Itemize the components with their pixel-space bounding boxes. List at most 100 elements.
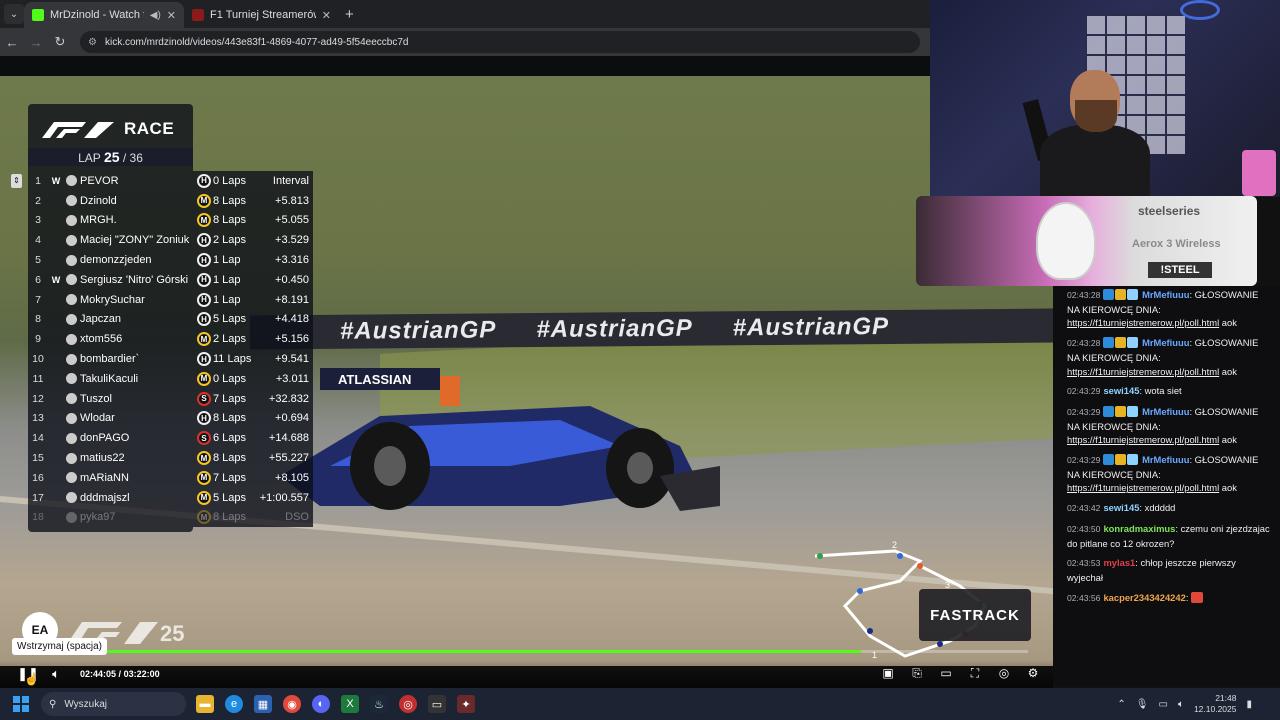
driver-name: demonzzjeden <box>80 254 152 267</box>
chat-timestamp: 02:43:29 <box>1067 406 1101 417</box>
neon-light <box>1180 0 1220 20</box>
speaker-icon[interactable]: 🔈︎ <box>1178 699 1184 710</box>
fullscreen-icon[interactable]: ⛶ <box>967 666 983 681</box>
close-tab-icon[interactable]: ✕ <box>167 9 176 22</box>
chat-username[interactable]: sewi145 <box>1103 502 1139 513</box>
microphone-icon[interactable]: 🎙︎ <box>1136 699 1149 710</box>
tab-title: MrDzinold - Watch the VOD <box>50 9 144 21</box>
row-position: 17 <box>32 491 44 504</box>
leaderboard-row: 16 mARiaNN M 7 Laps +8.105 <box>28 468 313 488</box>
network-icon[interactable]: ▭ <box>1158 699 1167 710</box>
chat-timestamp: 02:43:29 <box>1067 386 1101 397</box>
driver-name: mARiaNN <box>80 471 129 484</box>
settings-gear-icon[interactable]: ⚙ <box>1025 666 1041 681</box>
forward-arrow-icon[interactable]: → <box>24 35 48 50</box>
url-text: kick.com/mrdzinold/videos/443e83f1-4869-… <box>104 36 409 48</box>
team-logo-icon <box>48 334 64 344</box>
address-bar[interactable]: ⚙ kick.com/mrdzinold/videos/443e83f1-486… <box>80 31 920 53</box>
leaderboard-row: 7 MokrySuchar H 1 Lap +8.191 <box>28 290 313 310</box>
chat-badge-icon <box>1103 337 1115 349</box>
driver-name: Wlodar <box>80 412 115 425</box>
discord-icon[interactable]: ◐ <box>312 695 330 713</box>
video-progress-bar[interactable] <box>18 650 1028 653</box>
chrome-icon[interactable]: ◉ <box>283 695 301 713</box>
store-icon[interactable]: ▦ <box>254 695 272 713</box>
f1-game-icon[interactable]: ✦ <box>457 695 475 713</box>
back-arrow-icon[interactable]: ← <box>0 35 24 50</box>
tab-search-icon[interactable]: ⌄ <box>4 4 24 24</box>
chat-link[interactable]: https://f1turniejstremerow.pl/poll.html <box>1067 482 1219 493</box>
chat-username[interactable]: MrMefiuuu <box>1142 337 1189 348</box>
notifications-icon[interactable]: ▮ <box>1246 699 1252 710</box>
leaderboard-row: 14 donPAGO S 6 Laps +14.688 <box>28 428 313 448</box>
row-position: 15 <box>32 452 44 465</box>
mute-tab-icon[interactable]: ◀) <box>150 10 161 21</box>
chat-message: 02:43:28 MrMefiuuu: GŁOSOWANIE NA KIEROW… <box>1067 289 1259 329</box>
chat-username[interactable]: kacper2343424242 <box>1103 592 1185 603</box>
leaderboard-row: 10 bombardier` H 11 Laps +9.541 <box>28 349 313 369</box>
lap-counter: LAP 25 / 36 <box>28 148 193 166</box>
chat-link[interactable]: https://f1turniejstremerow.pl/poll.html <box>1067 434 1219 445</box>
driver-flag-icon <box>66 294 77 306</box>
taskbar-search[interactable]: ⚲ Wyszukaj <box>41 692 186 716</box>
row-position: 9 <box>35 333 41 346</box>
tyre-laps: 8 Laps <box>213 194 247 207</box>
chat-message: 02:43:29 MrMefiuuu: GŁOSOWANIE NA KIEROW… <box>1067 454 1259 494</box>
clip-icon[interactable]: ⎘ <box>909 666 925 681</box>
leaderboard-row: 9 xtom556 M 2 Laps +5.156 <box>28 329 313 349</box>
tray-expand-icon[interactable]: ⌃ <box>1117 699 1125 710</box>
app-icon[interactable]: ◎ <box>399 695 417 713</box>
driver-name: TakuliKaculi <box>80 372 139 385</box>
team-logo-icon <box>48 453 64 463</box>
row-position: 10 <box>32 353 44 366</box>
reload-icon[interactable]: ↻ <box>48 34 72 50</box>
chat-badge-icon <box>1115 337 1127 349</box>
search-icon: ⚲ <box>49 698 57 710</box>
chat-panel: 02:43:28 MrMefiuuu: GŁOSOWANIE NA KIEROW… <box>1053 286 1280 686</box>
chat-username[interactable]: sewi145 <box>1103 385 1139 396</box>
leaderboard-row: 2 Dzinold M 8 Laps +5.813 <box>28 191 313 211</box>
miniplayer-icon[interactable]: ▣ <box>880 666 896 681</box>
interval-gap: +55.227 <box>268 452 309 465</box>
mouse-cursor-icon: ☝ <box>24 672 39 686</box>
chat-link[interactable]: https://f1turniejstremerow.pl/poll.html <box>1067 317 1219 328</box>
banner-text: #AustrianGP <box>536 314 693 344</box>
chat-badge-icon <box>1115 454 1127 466</box>
tab-f1-turniej[interactable]: F1 Turniej Streamerów - Walka ✕ <box>184 2 339 28</box>
chat-username[interactable]: konradmaximus <box>1103 523 1175 534</box>
driver-flag-icon <box>66 234 77 246</box>
close-tab-icon[interactable]: ✕ <box>322 9 331 22</box>
chat-username[interactable]: MrMefiuuu <box>1142 454 1189 465</box>
driver-flag-icon <box>66 214 77 226</box>
chat-username[interactable]: MrMefiuuu <box>1142 289 1189 300</box>
steam-icon[interactable]: ♨ <box>370 695 388 713</box>
team-logo-icon: W <box>51 274 61 285</box>
tyre-compound-icon: H <box>197 312 211 327</box>
chat-timestamp: 02:43:56 <box>1067 592 1101 603</box>
tyre-compound-icon: M <box>197 451 211 466</box>
interval-gap: +32.832 <box>268 392 309 405</box>
file-explorer-icon[interactable]: ▬ <box>196 695 214 713</box>
game-launcher-icon[interactable]: ▭ <box>428 695 446 713</box>
new-tab-icon[interactable]: + <box>345 6 354 23</box>
tab-kick-vod[interactable]: MrDzinold - Watch the VOD ◀) ✕ <box>24 2 184 28</box>
driver-name: bombardier` <box>80 353 140 366</box>
team-logo-icon <box>48 374 64 384</box>
theater-mode-icon[interactable]: ▭ <box>938 666 954 681</box>
chat-username[interactable]: MrMefiuuu <box>1142 406 1189 417</box>
chat-link[interactable]: https://f1turniejstremerow.pl/poll.html <box>1067 366 1219 377</box>
windows-start-icon[interactable] <box>13 696 29 712</box>
site-info-icon[interactable]: ⚙ <box>88 37 97 48</box>
driver-flag-icon <box>66 274 77 286</box>
chat-username[interactable]: mylas1 <box>1103 557 1135 568</box>
row-position: 3 <box>35 214 41 227</box>
excel-icon[interactable]: X <box>341 695 359 713</box>
chat-timestamp: 02:43:29 <box>1067 455 1101 466</box>
playback-speed-icon[interactable]: ◎ <box>996 666 1012 681</box>
driver-name: donPAGO <box>80 432 130 445</box>
volume-icon[interactable]: 🔈︎ <box>42 666 70 682</box>
clock[interactable]: 21:48 12.10.2025 <box>1194 693 1237 715</box>
interval-gap: +5.156 <box>275 333 309 346</box>
team-logo-icon <box>48 314 64 324</box>
edge-browser-icon[interactable]: e <box>225 695 243 713</box>
